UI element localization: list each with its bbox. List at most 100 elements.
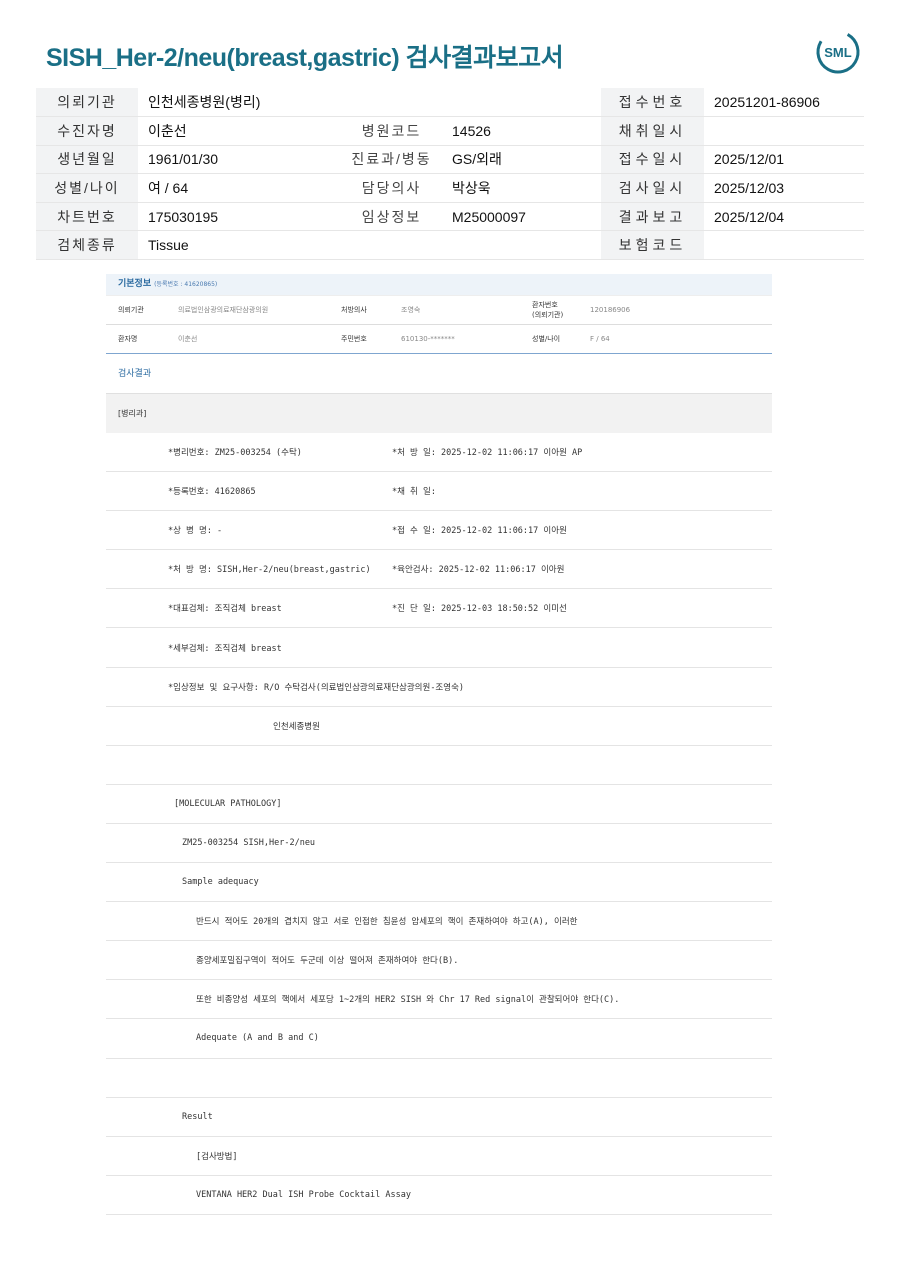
header-value <box>704 116 864 146</box>
header-value: 2025/12/01 <box>704 145 864 175</box>
header-row: 검체종류 Tissue 보험코드 <box>36 230 864 261</box>
header-value <box>442 88 601 118</box>
basic-info-label: 의뢰기관 <box>118 306 144 314</box>
result-line: 인천세종병원 <box>106 707 772 746</box>
result-line-text: Adequate (A and B and C) <box>196 1033 319 1044</box>
basic-info-label: 성별/나이 <box>532 335 561 343</box>
basic-info-label: 환자명 <box>118 335 138 343</box>
result-line <box>106 746 772 785</box>
result-line-text: 인천세종병원 <box>273 721 320 732</box>
header-value: 2025/12/03 <box>704 173 864 203</box>
basic-info-value: 조영숙 <box>401 306 421 314</box>
result-line-text: *대표검체: 조직검체 breast <box>168 604 282 615</box>
result-line-text: 종양세포밀집구역이 적어도 두군데 이상 떨어져 존재하여야 한다(B). <box>196 956 459 967</box>
result-line-text: VENTANA HER2 Dual ISH Probe Cocktail Ass… <box>196 1189 411 1200</box>
basic-info-value: 이춘선 <box>178 335 198 343</box>
result-line-text: 또한 비종양성 세포의 핵에서 세포당 1~2개의 HER2 SISH 와 Ch… <box>196 995 620 1006</box>
result-line: Sample adequacy <box>106 863 772 903</box>
header-label: 병원코드 <box>341 116 442 146</box>
header-value: GS/외래 <box>442 145 601 175</box>
basic-info-value: 120186906 <box>590 306 631 314</box>
result-line: ZM25-003254 SISH,Her-2/neu <box>106 824 772 864</box>
result-line <box>106 1059 772 1098</box>
header-value: 175030195 <box>138 202 341 232</box>
header-label: 수진자명 <box>36 116 138 146</box>
result-line-text: *임상정보 및 요구사항: R/O 수탁검사(의료법인삼광의료재단삼광의원-조영… <box>168 682 465 693</box>
result-line-text: *처 방 명: SISH,Her-2/neu(breast,gastric) <box>168 565 371 576</box>
result-line-right-text: *진 단 일: 2025-12-03 18:50:52 이미선 <box>392 604 567 615</box>
header-value: 20251201-86906 <box>704 88 864 118</box>
result-line-text: [MOLECULAR PATHOLOGY] <box>174 798 282 809</box>
result-line-text: *병리번호: ZM25-003254 (수탁) <box>168 448 302 459</box>
sml-logo: SML <box>816 30 860 74</box>
result-line: 또한 비종양성 세포의 핵에서 세포당 1~2개의 HER2 SISH 와 Ch… <box>106 980 772 1020</box>
header-label: 임상정보 <box>341 202 442 232</box>
result-line: [검사방법] <box>106 1137 772 1176</box>
result-line: Adequate (A and B and C) <box>106 1019 772 1059</box>
report-title: SISH_Her-2/neu(breast,gastric) 검사결과보고서 <box>46 44 564 72</box>
header-label: 검체종류 <box>36 230 138 261</box>
basic-info-header: 기본정보 (등록번호 : 41620865) <box>106 274 772 295</box>
basic-info-value: F / 64 <box>590 335 610 343</box>
basic-info-title: 기본정보 <box>118 279 152 289</box>
basic-info-registration: (등록번호 : 41620865) <box>154 281 218 288</box>
basic-info-value: 610130-******* <box>401 335 455 343</box>
header-label: 검사일시 <box>601 173 704 203</box>
result-line-right-text: *처 방 일: 2025-12-02 11:06:17 이아원 AP <box>392 448 583 459</box>
result-line: *병리번호: ZM25-003254 (수탁) *처 방 일: 2025-12-0… <box>106 433 772 473</box>
basic-info-label: 주민번호 <box>341 335 367 343</box>
basic-info-label: 환자번호 (의뢰기관) <box>532 301 564 319</box>
result-line: *임상정보 및 요구사항: R/O 수탁검사(의료법인삼광의료재단삼광의원-조영… <box>106 668 772 707</box>
header-value: 박상욱 <box>442 173 601 203</box>
header-value: 2025/12/04 <box>704 202 864 232</box>
result-line-text: [검사방법] <box>196 1151 238 1162</box>
result-line: *상 병 명: - *접 수 일: 2025-12-02 11:06:17 이아원 <box>106 511 772 551</box>
result-line-right-text: *접 수 일: 2025-12-02 11:06:17 이아원 <box>392 526 567 537</box>
header-row: 의뢰기관 인천세종병원(병리) 접수번호 20251201-86906 <box>36 88 864 118</box>
header-value <box>442 230 601 261</box>
header-label: 생년월일 <box>36 145 138 175</box>
result-line-text: 반드시 적어도 20개의 겹치지 않고 서로 인접한 침윤성 암세포의 핵이 존… <box>196 917 578 928</box>
result-lines: *병리번호: ZM25-003254 (수탁) *처 방 일: 2025-12-0… <box>106 433 772 1215</box>
result-title: 검사결과 <box>106 354 772 394</box>
header-label: 의뢰기관 <box>36 88 138 118</box>
header-value: 인천세종병원(병리) <box>138 88 341 118</box>
logo-text: SML <box>824 45 852 60</box>
header-label <box>341 88 442 118</box>
header-label: 결과보고 <box>601 202 704 232</box>
header-row: 성별/나이 여 / 64 담당의사 박상욱 검사일시 2025/12/03 <box>36 173 864 203</box>
result-line-text: *상 병 명: - <box>168 526 223 537</box>
header-label: 보험코드 <box>601 230 704 261</box>
header-label: 진료과/병동 <box>341 145 442 175</box>
header-value: 여 / 64 <box>138 173 341 203</box>
header-value: 이춘선 <box>138 116 341 146</box>
result-line-text: *등록번호: 41620865 <box>168 487 256 498</box>
header-value <box>704 230 864 261</box>
header-label: 채취일시 <box>601 116 704 146</box>
result-line: [MOLECULAR PATHOLOGY] <box>106 785 772 824</box>
header-value: 14526 <box>442 116 601 146</box>
header-label: 접수번호 <box>601 88 704 118</box>
result-line-text: Result <box>182 1111 213 1122</box>
section-label: [병리과] <box>106 394 772 433</box>
basic-info-value: 의료법인삼광의료재단삼광의원 <box>178 306 269 314</box>
header-value: M25000097 <box>442 202 601 232</box>
header-label: 담당의사 <box>341 173 442 203</box>
header-label: 접수일시 <box>601 145 704 175</box>
result-line: 종양세포밀집구역이 적어도 두군데 이상 떨어져 존재하여야 한다(B). <box>106 941 772 981</box>
result-line: Result <box>106 1098 772 1137</box>
result-line: *처 방 명: SISH,Her-2/neu(breast,gastric) *육… <box>106 550 772 590</box>
header-label: 성별/나이 <box>36 173 138 203</box>
basic-info-label: 처방의사 <box>341 306 367 314</box>
basic-info-row-2: 환자명 이춘선 주민번호 610130-******* 성별/나이 F / 64 <box>106 325 772 354</box>
result-line: *대표검체: 조직검체 breast *진 단 일: 2025-12-03 18:… <box>106 589 772 629</box>
patient-info-table: 의뢰기관 인천세종병원(병리) 접수번호 20251201-86906 수진자명 이춘선 병… <box>36 88 864 261</box>
header-label: 차트번호 <box>36 202 138 232</box>
result-line-text: Sample adequacy <box>182 877 259 888</box>
result-line: *등록번호: 41620865 *채 취 일: <box>106 472 772 512</box>
header-row: 생년월일 1961/01/30 진료과/병동 GS/외래 접수일시 2025/12/01 <box>36 145 864 175</box>
result-line-right-text: *육안검사: 2025-12-02 11:06:17 이아원 <box>392 565 565 576</box>
basic-info-row-1: 의뢰기관 의료법인삼광의료재단삼광의원 처방의사 조영숙 환자번호 (의뢰기관) 1201… <box>106 295 772 325</box>
header-row: 차트번호 175030195 임상정보 M25000097 결과보고 2025/12/04 <box>36 202 864 232</box>
result-line: 반드시 적어도 20개의 겹치지 않고 서로 인접한 침윤성 암세포의 핵이 존… <box>106 902 772 942</box>
